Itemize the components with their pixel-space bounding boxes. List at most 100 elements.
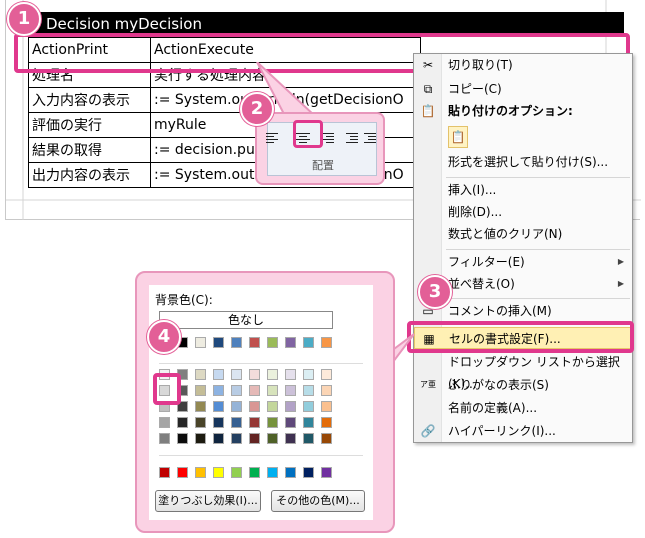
no-color-button[interactable]: 色なし <box>159 311 333 329</box>
color-swatch[interactable] <box>285 467 296 478</box>
color-swatch[interactable] <box>249 433 260 444</box>
color-swatch[interactable] <box>321 369 332 380</box>
color-swatch[interactable] <box>159 433 170 444</box>
color-swatch[interactable] <box>159 467 170 478</box>
color-swatch[interactable] <box>303 337 314 348</box>
color-swatch[interactable] <box>195 433 206 444</box>
color-swatch[interactable] <box>285 369 296 380</box>
menu-item-paste-special[interactable]: 形式を選択して貼り付け(S)... <box>414 151 632 173</box>
color-swatch[interactable] <box>231 467 242 478</box>
menu-item-label: フィルター(E) <box>448 255 525 269</box>
menu-item-insert[interactable]: 挿入(I)... <box>414 179 632 201</box>
color-swatch[interactable] <box>231 369 242 380</box>
color-swatch[interactable] <box>267 467 278 478</box>
color-swatch[interactable] <box>267 401 278 412</box>
fill-effects-button[interactable]: 塗りつぶし効果(I)... <box>155 490 261 512</box>
color-swatch[interactable] <box>213 433 224 444</box>
color-swatch[interactable] <box>321 433 332 444</box>
table-cell[interactable]: 入力内容の表示 <box>28 87 151 113</box>
color-swatch[interactable] <box>249 385 260 396</box>
color-swatch[interactable] <box>213 385 224 396</box>
table-cell[interactable]: 結果の取得 <box>28 137 151 163</box>
color-swatch[interactable] <box>177 433 188 444</box>
color-swatch[interactable] <box>195 385 206 396</box>
palette-separator <box>159 363 363 364</box>
color-swatch[interactable] <box>285 433 296 444</box>
color-swatch[interactable] <box>285 385 296 396</box>
menu-item-clear-contents[interactable]: 数式と値のクリア(N) <box>414 223 632 245</box>
menu-item-define-name[interactable]: 名前の定義(A)... <box>414 397 632 419</box>
color-swatch[interactable] <box>303 385 314 396</box>
color-swatch[interactable] <box>195 337 206 348</box>
color-swatch[interactable] <box>231 385 242 396</box>
submenu-arrow-icon: ▶ <box>617 279 624 288</box>
paste-options-header: 📋 貼り付けのオプション: <box>414 100 632 122</box>
color-swatch[interactable] <box>321 401 332 412</box>
menu-item-cut[interactable]: ✂ 切り取り(T) <box>414 54 632 76</box>
color-swatch[interactable] <box>159 417 170 428</box>
color-swatch[interactable] <box>303 433 314 444</box>
color-swatch[interactable] <box>321 337 332 348</box>
color-swatch[interactable] <box>249 401 260 412</box>
color-swatch[interactable] <box>321 467 332 478</box>
color-swatch[interactable] <box>267 417 278 428</box>
color-swatch[interactable] <box>285 417 296 428</box>
color-swatch[interactable] <box>267 337 278 348</box>
color-swatch[interactable] <box>303 467 314 478</box>
color-swatch[interactable] <box>285 337 296 348</box>
table-cell[interactable]: 出力内容の表示 <box>28 162 151 188</box>
color-swatch[interactable] <box>213 417 224 428</box>
color-swatch[interactable] <box>249 369 260 380</box>
menu-item-label: 切り取り(T) <box>448 58 513 72</box>
more-colors-button[interactable]: その他の色(M)... <box>271 490 365 512</box>
color-swatch[interactable] <box>195 369 206 380</box>
align-right-icon[interactable] <box>322 131 338 147</box>
alignment-group-label: 配置 <box>312 159 334 172</box>
color-swatch[interactable] <box>321 417 332 428</box>
menu-item-hyperlink[interactable]: 🔗 ハイパーリンク(I)... <box>414 420 632 442</box>
color-swatch[interactable] <box>231 401 242 412</box>
paste-icon: 📋 <box>420 104 436 118</box>
color-swatch[interactable] <box>321 385 332 396</box>
color-swatch[interactable] <box>213 337 224 348</box>
step-badge-3: 3 <box>418 275 452 309</box>
menu-separator <box>446 177 630 178</box>
color-swatch[interactable] <box>303 417 314 428</box>
align-left-icon[interactable] <box>266 131 282 147</box>
paste-option-button[interactable]: 📋 <box>448 126 468 148</box>
color-swatch[interactable] <box>195 417 206 428</box>
color-swatch[interactable] <box>177 467 188 478</box>
color-swatch[interactable] <box>303 401 314 412</box>
decrease-indent-icon[interactable] <box>346 131 362 147</box>
color-swatch[interactable] <box>213 401 224 412</box>
color-swatch[interactable] <box>249 337 260 348</box>
menu-separator <box>446 298 630 299</box>
color-swatch[interactable] <box>267 385 278 396</box>
color-swatch[interactable] <box>213 467 224 478</box>
color-swatch[interactable] <box>195 401 206 412</box>
color-swatch[interactable] <box>231 433 242 444</box>
context-menu: ✂ 切り取り(T) ⧉ コピー(C) 📋 貼り付けのオプション: 📋 形式を選択… <box>413 53 633 443</box>
increase-indent-icon[interactable] <box>364 131 380 147</box>
menu-item-delete[interactable]: 削除(D)... <box>414 201 632 223</box>
menu-item-show-phonetic[interactable]: ア亜 ふりがなの表示(S) <box>414 374 632 396</box>
selected-swatch-highlight <box>153 373 181 405</box>
menu-item-copy[interactable]: ⧉ コピー(C) <box>414 78 632 100</box>
menu-item-pick-from-list[interactable]: ドロップダウン リストから選択(K)... <box>414 351 632 391</box>
color-swatch[interactable] <box>267 369 278 380</box>
color-swatch[interactable] <box>249 467 260 478</box>
color-swatch[interactable] <box>195 467 206 478</box>
color-swatch[interactable] <box>177 417 188 428</box>
color-swatch[interactable] <box>285 401 296 412</box>
step-badge-2: 2 <box>240 92 274 126</box>
table-cell[interactable]: 評価の実行 <box>28 112 151 138</box>
color-swatch[interactable] <box>267 433 278 444</box>
color-swatch[interactable] <box>249 417 260 428</box>
phonetic-icon: ア亜 <box>420 380 436 389</box>
color-swatch[interactable] <box>303 369 314 380</box>
color-swatch[interactable] <box>231 417 242 428</box>
color-swatch[interactable] <box>213 369 224 380</box>
menu-item-filter[interactable]: フィルター(E) ▶ <box>414 251 632 273</box>
color-palette: 背景色(C): 色なし 塗りつぶし効果(I)... その他の色(M)... <box>149 285 373 520</box>
color-swatch[interactable] <box>231 337 242 348</box>
